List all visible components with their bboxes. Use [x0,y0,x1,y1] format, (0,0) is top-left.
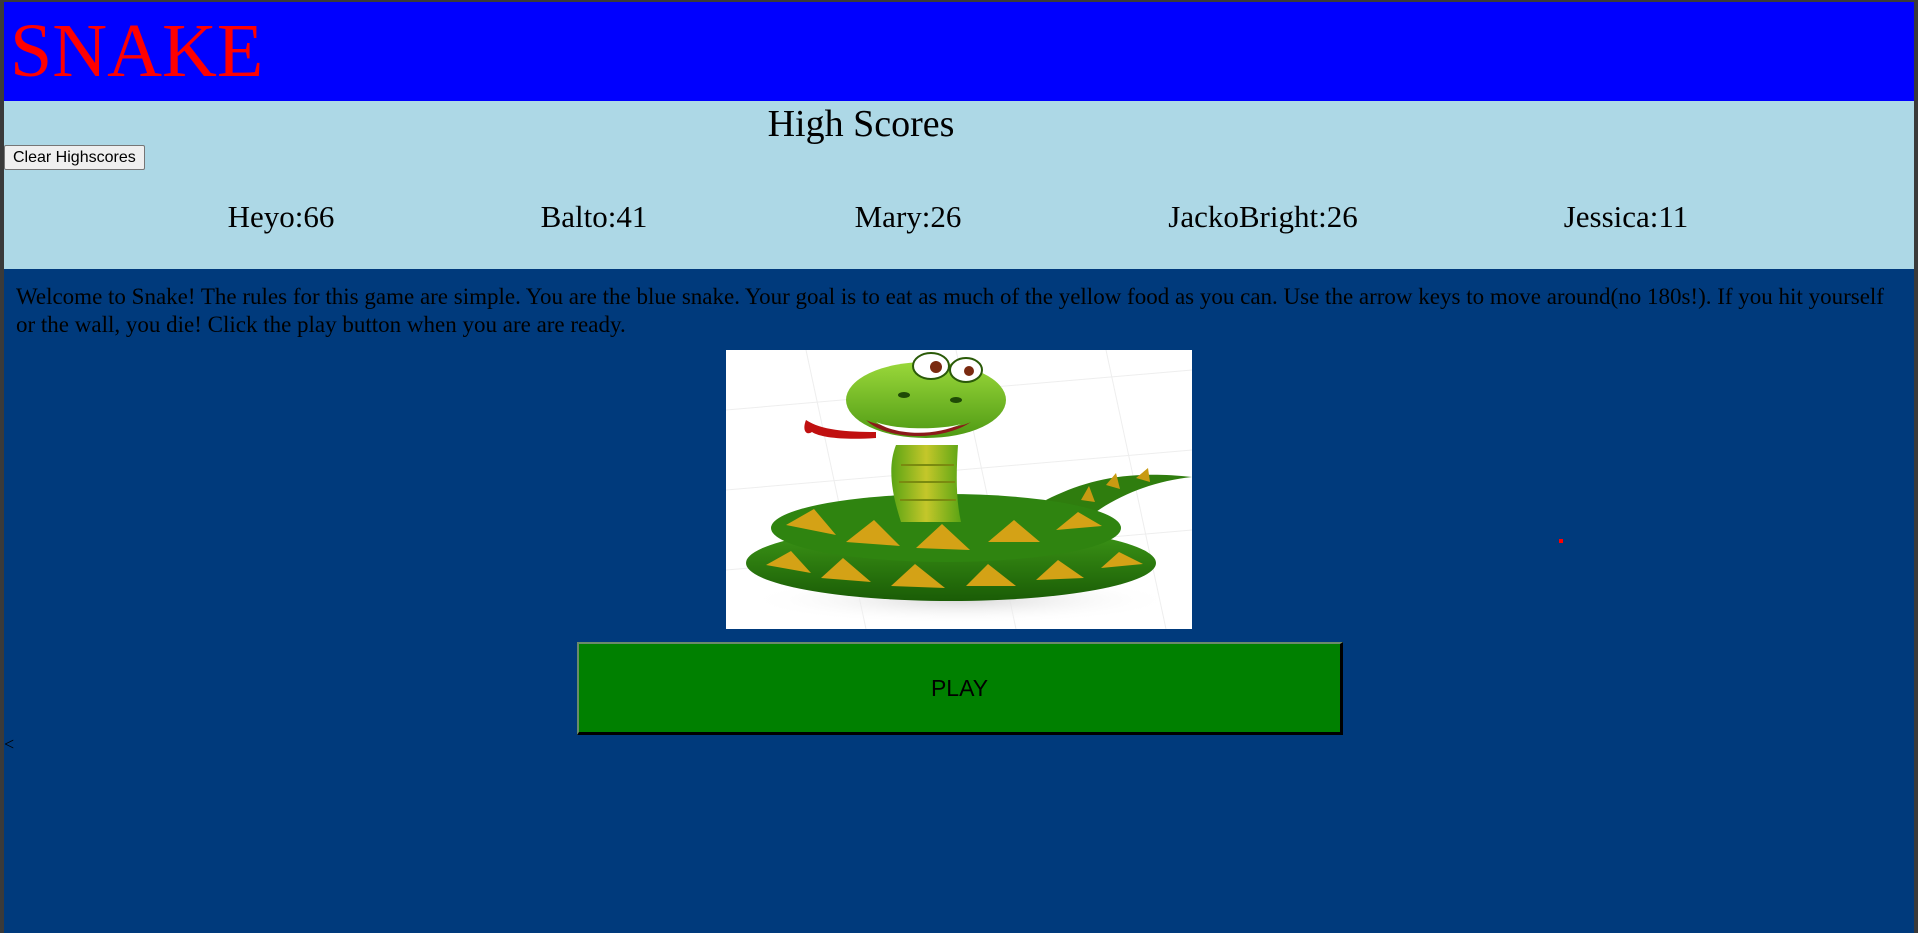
snake-image [726,350,1192,629]
play-button[interactable]: PLAY [577,642,1343,735]
score-entry: Heyo:66 [227,199,335,234]
header-bar: SNAKE [4,2,1914,101]
game-title: SNAKE [10,9,264,93]
score-entry: Jessica:11 [1563,199,1689,234]
clear-highscores-button[interactable]: Clear Highscores [4,145,145,170]
food-dot [1559,539,1563,543]
high-scores-heading: High Scores [767,103,955,145]
score-entry: Balto:41 [540,199,648,234]
score-entry: Mary:26 [854,199,962,234]
rules-text: Welcome to Snake! The rules for this gam… [16,284,1884,337]
high-scores-panel: High Scores Clear Highscores Heyo:66 Bal… [4,101,1914,269]
stray-character: < [4,734,15,754]
score-entry: JackoBright:26 [1168,199,1358,234]
snake-illustration [726,350,1192,629]
page-frame: SNAKE High Scores Clear Highscores Heyo:… [4,2,1914,933]
